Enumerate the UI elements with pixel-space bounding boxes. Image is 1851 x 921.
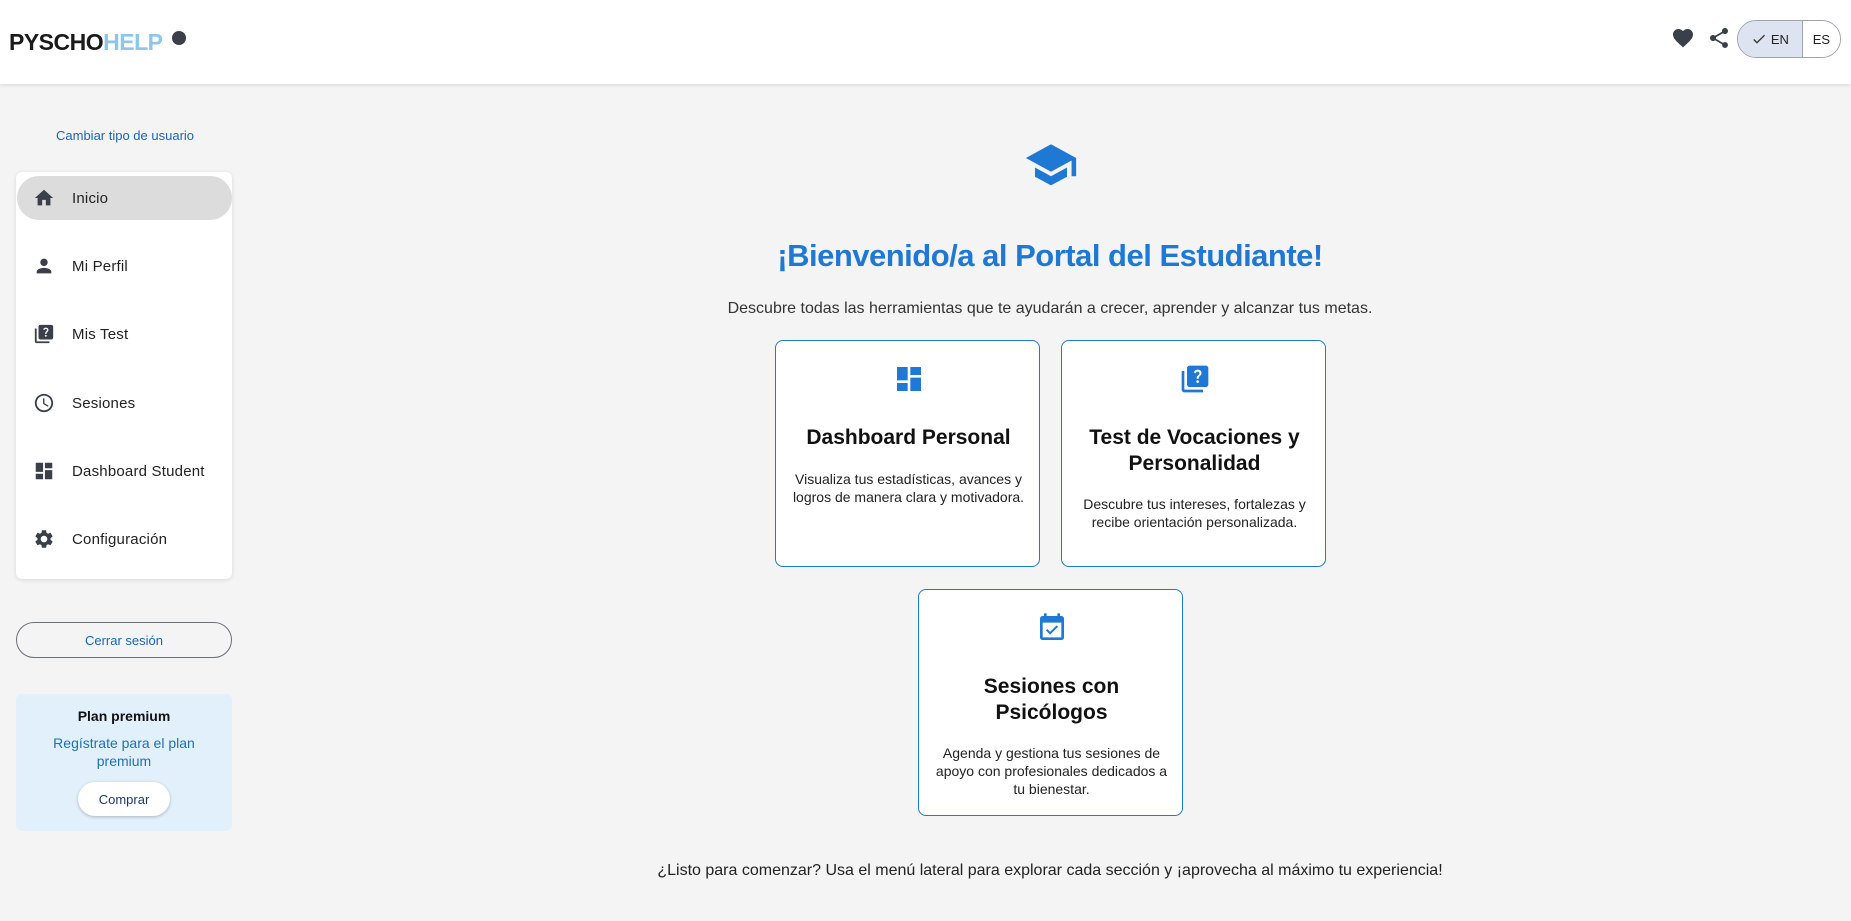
calendar-check-icon [1040, 613, 1064, 640]
logo-text-secondary: HELP [103, 29, 163, 55]
sidebar-item-label: Sesiones [72, 394, 136, 412]
sesiones-psicologos-card[interactable]: Sesiones con Psicólogos Agenda y gestion… [918, 589, 1183, 816]
quiz-icon [1181, 365, 1209, 393]
gear-icon [35, 530, 53, 548]
lang-es-button[interactable]: ES [1802, 21, 1840, 57]
card-text: Agenda y gestiona tus sesiones de apoyo … [935, 745, 1168, 797]
card-title: Test de Vocaciones y Personalidad [1089, 426, 1300, 475]
sidebar-item-label: Configuración [72, 530, 168, 548]
lang-es-label: ES [1812, 31, 1831, 47]
logo-text-primary: PYSCHO [9, 29, 104, 55]
page-title: ¡Bienvenido/a al Portal del Estudiante! [777, 238, 1323, 273]
change-user-type-link[interactable]: Cambiar tipo de usuario [56, 128, 194, 143]
premium-text: Regístrate para el plan premium [53, 735, 195, 769]
lang-en-label: EN [1770, 31, 1789, 47]
lang-en-button[interactable]: EN [1738, 21, 1803, 57]
dashboard-personal-card[interactable]: Dashboard Personal Visualiza tus estadís… [775, 340, 1040, 567]
test-vocaciones-card[interactable]: Test de Vocaciones y Personalidad Descub… [1061, 340, 1326, 567]
sidebar-item-mi-perfil[interactable]: Mi Perfil [17, 244, 232, 288]
card-title: Dashboard Personal [806, 426, 1011, 449]
app-logo[interactable]: PYSCHOHELP [9, 29, 163, 56]
status-dot [172, 31, 186, 45]
buy-button[interactable]: Comprar [78, 782, 170, 816]
sidebar-item-label: Inicio [72, 189, 109, 207]
page-subtitle: Descubre todas las herramientas que te a… [727, 300, 1373, 317]
card-text: Descubre tus intereses, fortalezas y rec… [1083, 496, 1306, 530]
check-icon [1753, 34, 1765, 44]
premium-card: Plan premium Regístrate para el plan pre… [16, 694, 232, 831]
quiz-icon [34, 324, 54, 344]
top-bar: PYSCHOHELP EN ES [0, 0, 1851, 84]
sidebar-item-label: Dashboard Student [72, 462, 205, 480]
home-icon [34, 189, 54, 206]
heart-icon[interactable] [1671, 26, 1695, 50]
person-icon [36, 258, 52, 274]
logout-button[interactable]: Cerrar sesión [16, 622, 232, 658]
language-toggle: EN ES [1737, 20, 1841, 58]
card-text: Visualiza tus estadísticas, avances y lo… [792, 471, 1025, 505]
sidebar-item-sesiones[interactable]: Sesiones [17, 381, 232, 425]
card-title: Sesiones con Psicólogos [983, 675, 1120, 724]
sidebar-item-configuracion[interactable]: Configuración [17, 517, 232, 561]
dashboard-icon [35, 462, 53, 480]
sidebar-nav: Inicio Mi Perfil Mis Test Sesiones Dashb… [16, 172, 232, 579]
footer-message: ¿Listo para comenzar? Usa el menú latera… [657, 862, 1443, 879]
sidebar-item-dashboard-student[interactable]: Dashboard Student [17, 449, 232, 493]
sidebar-item-label: Mis Test [72, 325, 129, 343]
share-icon[interactable] [1707, 26, 1731, 50]
sidebar-item-label: Mi Perfil [72, 257, 128, 275]
dashboard-icon [897, 367, 921, 391]
sidebar-item-mis-test[interactable]: Mis Test [17, 312, 232, 356]
sidebar-item-inicio[interactable]: Inicio [17, 176, 232, 220]
clock-icon [34, 393, 54, 413]
graduation-cap-icon [1025, 144, 1077, 186]
premium-title: Plan premium [77, 708, 171, 724]
